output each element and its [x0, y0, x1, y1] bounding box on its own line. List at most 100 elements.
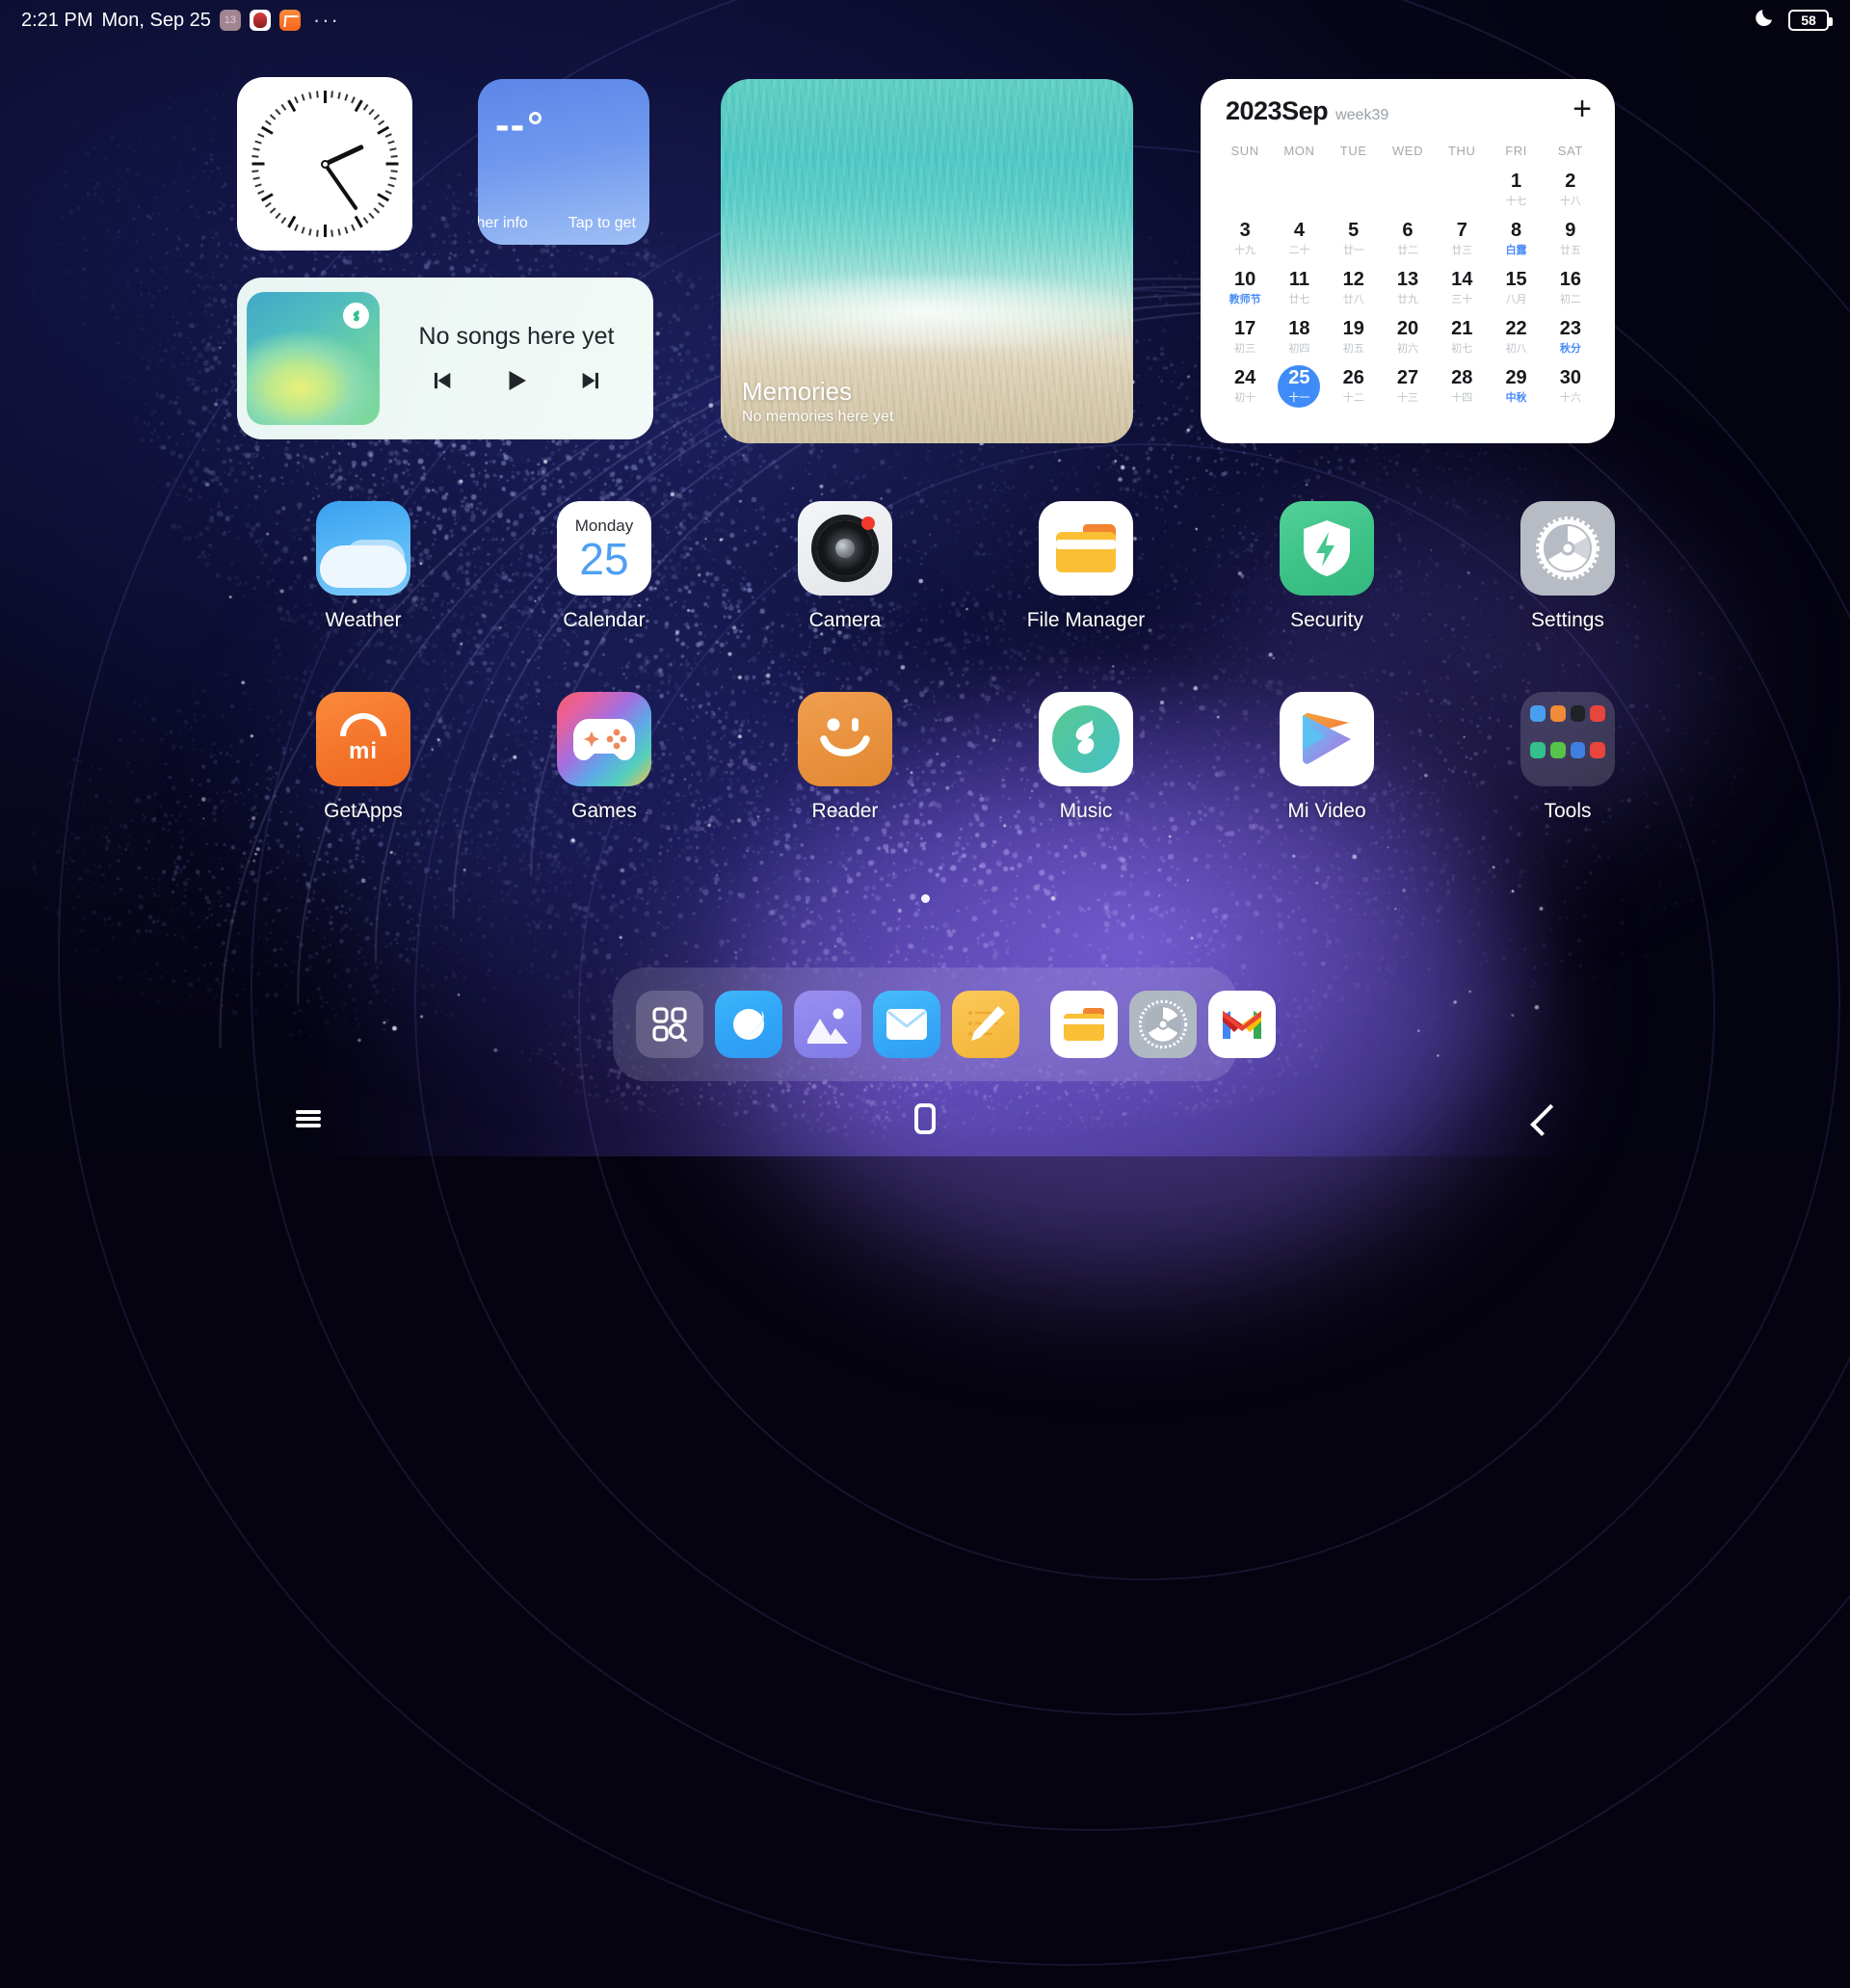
- calendar-day-cell[interactable]: 6廿二: [1381, 215, 1435, 262]
- scanner-mini-icon: [1530, 742, 1546, 758]
- calendar-day-cell[interactable]: 16初二: [1544, 264, 1598, 311]
- calendar-day-cell[interactable]: 13廿九: [1381, 264, 1435, 311]
- app-settings[interactable]: Settings: [1447, 501, 1688, 632]
- calendar-day-cell[interactable]: 30十六: [1544, 362, 1598, 410]
- memories-photo-foam: [721, 276, 1133, 349]
- home-button[interactable]: [886, 1092, 964, 1146]
- mail-icon[interactable]: [873, 991, 940, 1058]
- calendar-day-cell[interactable]: 21初七: [1435, 313, 1489, 360]
- calendar-day-cell[interactable]: 25十一: [1272, 362, 1326, 410]
- clock-tick: [324, 91, 327, 103]
- calendar-day-cell[interactable]: 12廿八: [1327, 264, 1381, 311]
- calendar-day-cell[interactable]: 26十二: [1327, 362, 1381, 410]
- app-mi-video[interactable]: Mi Video: [1206, 692, 1447, 823]
- calendar-day-cell[interactable]: 18初四: [1272, 313, 1326, 360]
- calendar-day-number: 27: [1397, 368, 1418, 387]
- weather-temp-value: --: [495, 110, 525, 141]
- calendar-day-lunar: 教师节: [1229, 291, 1261, 306]
- calendar-day-cell[interactable]: 22初八: [1489, 313, 1543, 360]
- file-manager-icon[interactable]: [1050, 991, 1118, 1058]
- back-button[interactable]: [1503, 1092, 1580, 1146]
- gallery-icon[interactable]: [794, 991, 861, 1058]
- weather-cloud-front: [320, 545, 407, 588]
- app-notification-icon[interactable]: [250, 10, 271, 31]
- memories-title: Memories: [742, 377, 893, 407]
- memories-widget[interactable]: Memories No memories here yet: [721, 79, 1133, 443]
- weather-widget[interactable]: -- ther info Tap to get: [478, 79, 649, 245]
- app-reader[interactable]: Reader: [725, 692, 965, 823]
- calendar-day-cell[interactable]: 19初五: [1327, 313, 1381, 360]
- calendar-day-cell[interactable]: 7廿三: [1435, 215, 1489, 262]
- recents-button[interactable]: [270, 1092, 347, 1146]
- app-camera[interactable]: Camera: [725, 501, 965, 632]
- calendar-day-lunar: 十七: [1506, 193, 1527, 208]
- app-weather[interactable]: Weather: [243, 501, 484, 632]
- clock-tick: [294, 96, 299, 103]
- calendar-day-lunar: 廿九: [1397, 291, 1418, 306]
- previous-track-icon[interactable]: [427, 366, 456, 395]
- app-calendar[interactable]: Monday 25 Calendar: [484, 501, 725, 632]
- calendar-day-cell[interactable]: 8白露: [1489, 215, 1543, 262]
- calendar-day-cell[interactable]: 29中秋: [1489, 362, 1543, 410]
- settings-icon[interactable]: [1129, 991, 1197, 1058]
- clock-tick: [377, 126, 389, 135]
- calendar-day-cell[interactable]: 4二十: [1272, 215, 1326, 262]
- weather-tap-label[interactable]: Tap to get: [568, 215, 636, 232]
- app-drawer-icon[interactable]: [636, 991, 703, 1058]
- calendar-day-lunar: 十四: [1451, 389, 1472, 405]
- clock-tick: [287, 216, 296, 228]
- calendar-widget[interactable]: 2023Sep week39 + SUNMONTUEWEDTHUFRISAT 1…: [1201, 79, 1615, 443]
- app-getapps[interactable]: mi GetApps: [243, 692, 484, 823]
- calendar-notification-icon[interactable]: [220, 10, 241, 31]
- clock-tick: [389, 176, 396, 179]
- gmail-icon[interactable]: [1208, 991, 1276, 1058]
- app-games[interactable]: Games: [484, 692, 725, 823]
- status-bar-right: 58: [1754, 6, 1829, 35]
- calendar-day-cell[interactable]: 20初六: [1381, 313, 1435, 360]
- page-indicator[interactable]: [0, 894, 1850, 903]
- calendar-day-cell[interactable]: 9廿五: [1544, 215, 1598, 262]
- app-music[interactable]: Music: [965, 692, 1206, 823]
- calendar-day-lunar: 二十: [1288, 242, 1309, 257]
- calendar-day-cell[interactable]: 11廿七: [1272, 264, 1326, 311]
- clock-tick: [287, 99, 296, 112]
- calendar-day-cell[interactable]: 28十四: [1435, 362, 1489, 410]
- clock-face: [251, 91, 398, 237]
- play-icon[interactable]: [502, 366, 531, 395]
- app-row-2: mi GetApps Games: [0, 692, 1850, 823]
- analog-clock-widget[interactable]: [237, 77, 412, 251]
- calendar-day-number: 1: [1511, 172, 1521, 191]
- calendar-day-number: 15: [1505, 270, 1526, 289]
- calendar-day-cell[interactable]: 2十八: [1544, 166, 1598, 213]
- app-file-manager[interactable]: File Manager: [965, 501, 1206, 632]
- recents-icon-bar: [296, 1124, 321, 1127]
- calendar-day-cell[interactable]: 15八月: [1489, 264, 1543, 311]
- calendar-day-cell[interactable]: 27十三: [1381, 362, 1435, 410]
- weather-temperature: --: [495, 110, 542, 141]
- next-track-icon[interactable]: [577, 366, 606, 395]
- calendar-day-lunar: 十一: [1288, 389, 1309, 405]
- app-label-getapps: GetApps: [324, 800, 403, 823]
- calendar-day-cell[interactable]: 23秋分: [1544, 313, 1598, 360]
- orange-app-notification-icon[interactable]: [279, 10, 301, 31]
- calendar-day-cell[interactable]: 17初三: [1218, 313, 1272, 360]
- calendar-day-lunar: 十二: [1343, 389, 1364, 405]
- music-album-art: [247, 292, 380, 425]
- calendar-day-cell[interactable]: 3十九: [1218, 215, 1272, 262]
- app-label-settings: Settings: [1531, 609, 1604, 632]
- page-dot-1[interactable]: [921, 894, 930, 903]
- calendar-day-cell[interactable]: 10教师节: [1218, 264, 1272, 311]
- downloads-mini-icon: [1550, 742, 1566, 758]
- notes-icon[interactable]: [952, 991, 1019, 1058]
- app-tools-folder[interactable]: Tools: [1447, 692, 1688, 823]
- calendar-day-cell[interactable]: 5廿一: [1327, 215, 1381, 262]
- browser-icon[interactable]: [715, 991, 782, 1058]
- calendar-day-cell[interactable]: 1 十七: [1489, 166, 1543, 213]
- app-security[interactable]: Security: [1206, 501, 1447, 632]
- notification-overflow-icon[interactable]: ···: [313, 8, 340, 33]
- add-event-button[interactable]: +: [1572, 98, 1592, 119]
- clock-tick: [363, 217, 369, 224]
- calendar-day-cell[interactable]: 14三十: [1435, 264, 1489, 311]
- calendar-day-cell[interactable]: 24初十: [1218, 362, 1272, 410]
- music-widget[interactable]: No songs here yet: [237, 278, 653, 439]
